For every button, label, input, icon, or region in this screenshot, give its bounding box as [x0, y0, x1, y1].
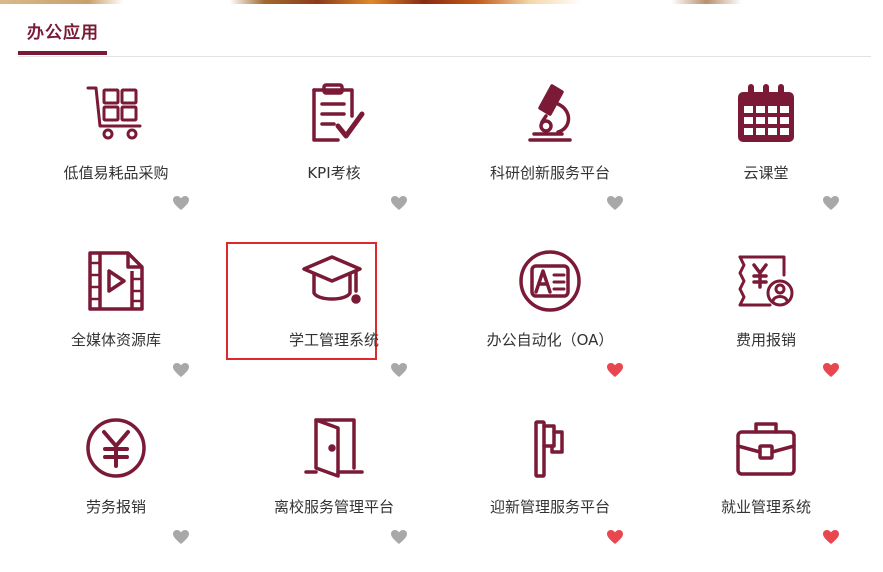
app-label: 全媒体资源库	[70, 331, 161, 349]
app-label: 办公自动化（OA）	[486, 331, 614, 349]
flag-icon	[518, 416, 582, 480]
app-label: KPI考核	[307, 164, 361, 182]
heart-icon[interactable]	[172, 529, 190, 545]
section-title[interactable]: 办公应用	[27, 18, 99, 43]
app-tile-cloud-classroom[interactable]: 云课堂	[666, 60, 866, 220]
calendar-icon	[734, 82, 798, 146]
video-file-icon	[84, 249, 148, 313]
app-tile-labor-reimbursement[interactable]: 劳务报销	[16, 394, 216, 554]
section-header: 办公应用	[18, 4, 871, 57]
app-tile-research[interactable]: 科研创新服务平台	[450, 60, 650, 220]
app-tile-student-affairs[interactable]: 学工管理系统	[226, 227, 434, 387]
microscope-icon	[518, 82, 582, 146]
heart-icon[interactable]	[606, 362, 624, 378]
shopping-cart-grid-icon	[84, 82, 148, 146]
section-title-underline	[18, 51, 107, 55]
app-label: 云课堂	[743, 164, 789, 182]
app-tile-employment[interactable]: 就业管理系统	[666, 394, 866, 554]
heart-icon[interactable]	[390, 362, 408, 378]
clipboard-check-icon	[302, 82, 366, 146]
app-label: 低值易耗品采购	[63, 164, 169, 182]
heart-icon[interactable]	[606, 529, 624, 545]
app-label: 科研创新服务平台	[489, 164, 610, 182]
door-exit-icon	[302, 416, 366, 480]
app-tile-expense[interactable]: 费用报销	[666, 227, 866, 387]
briefcase-icon	[734, 416, 798, 480]
app-tile-departure-service[interactable]: 离校服务管理平台	[234, 394, 434, 554]
app-label: 费用报销	[735, 331, 796, 349]
graduation-cap-icon	[302, 249, 366, 313]
heart-icon[interactable]	[822, 529, 840, 545]
heart-icon[interactable]	[822, 362, 840, 378]
heart-icon[interactable]	[822, 195, 840, 211]
heart-icon[interactable]	[172, 195, 190, 211]
app-tile-kpi[interactable]: KPI考核	[234, 60, 434, 220]
document-a-icon	[518, 249, 582, 313]
app-label: 劳务报销	[85, 498, 146, 516]
heart-icon[interactable]	[172, 362, 190, 378]
heart-icon[interactable]	[390, 529, 408, 545]
app-tile-office-automation[interactable]: 办公自动化（OA）	[450, 227, 650, 387]
app-grid: 低值易耗品采购 KPI考核 科研创新服务平台 云课堂 全媒体资源库 学工管理系统…	[8, 60, 878, 565]
app-tile-low-value-purchase[interactable]: 低值易耗品采购	[16, 60, 216, 220]
app-label: 迎新管理服务平台	[489, 498, 610, 516]
app-tile-freshman-service[interactable]: 迎新管理服务平台	[450, 394, 650, 554]
yen-circle-icon	[84, 416, 148, 480]
yen-receipt-icon	[734, 249, 798, 313]
heart-icon[interactable]	[606, 195, 624, 211]
app-label: 离校服务管理平台	[273, 498, 394, 516]
app-label: 学工管理系统	[288, 331, 379, 349]
app-tile-media-library[interactable]: 全媒体资源库	[16, 227, 216, 387]
heart-icon[interactable]	[390, 195, 408, 211]
app-label: 就业管理系统	[720, 498, 811, 516]
